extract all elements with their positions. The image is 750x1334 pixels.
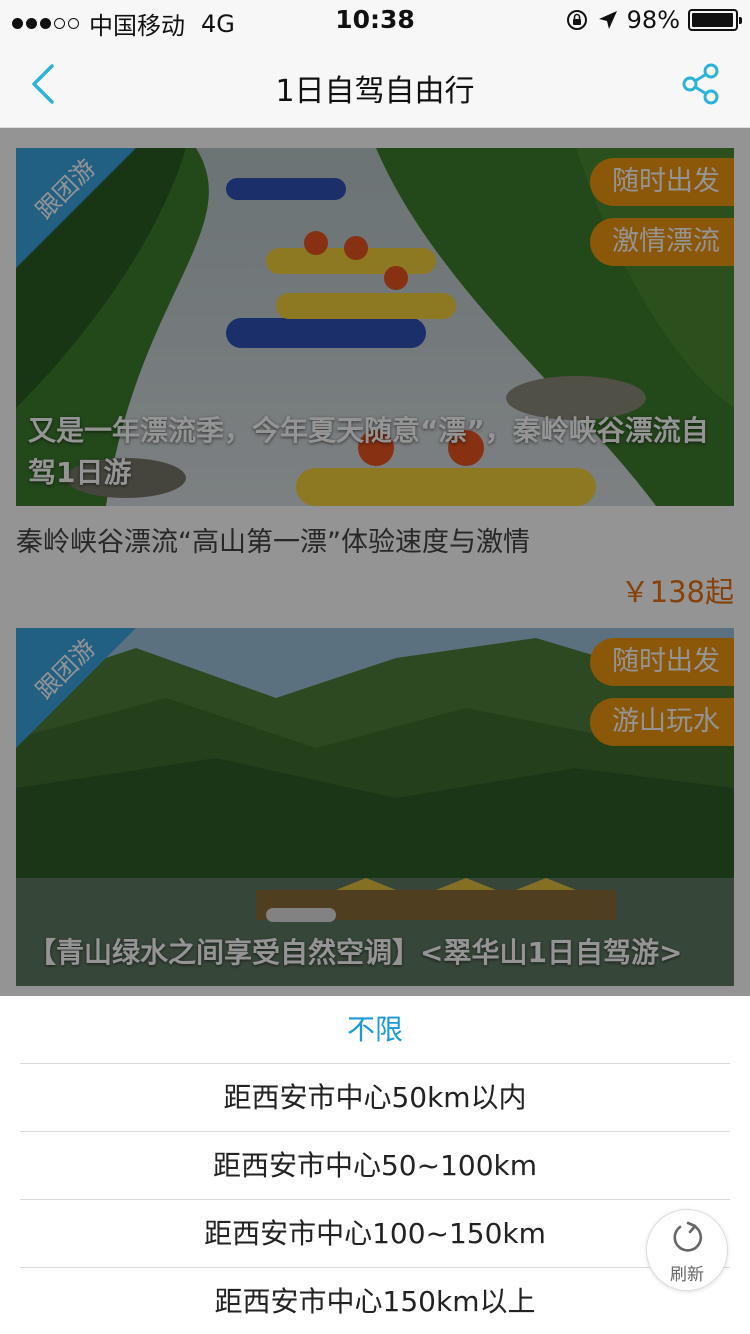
page-title: 1日自驾自由行 [275,74,475,109]
refresh-label: 刷新 [670,1265,704,1285]
filter-option-over-150km[interactable]: 距西安市中心150km以上 [20,1268,730,1334]
location-arrow-icon [598,11,617,29]
refresh-icon [673,1221,703,1252]
status-right: 98% [565,6,742,34]
refresh-button[interactable]: 刷新 [646,1209,728,1291]
modal-overlay[interactable] [0,128,750,996]
battery-icon [688,9,742,31]
filter-option-within-50km[interactable]: 距西安市中心50km以内 [20,1064,730,1132]
distance-filter-sheet: 不限 距西安市中心50km以内 距西安市中心50~100km 距西安市中心100… [0,996,750,1334]
battery-fill [692,13,734,27]
battery-percent: 98% [626,6,680,34]
status-bar: 中国移动 4G 10:38 98% [0,0,750,40]
share-icon[interactable] [678,62,722,106]
filter-option-unlimited[interactable]: 不限 [20,996,730,1064]
filter-option-100-150km[interactable]: 距西安市中心100~150km [20,1200,730,1268]
nav-bar: 1日自驾自由行 [0,40,750,128]
rotation-lock-icon [566,10,587,30]
filter-option-50-100km[interactable]: 距西安市中心50~100km [20,1132,730,1200]
